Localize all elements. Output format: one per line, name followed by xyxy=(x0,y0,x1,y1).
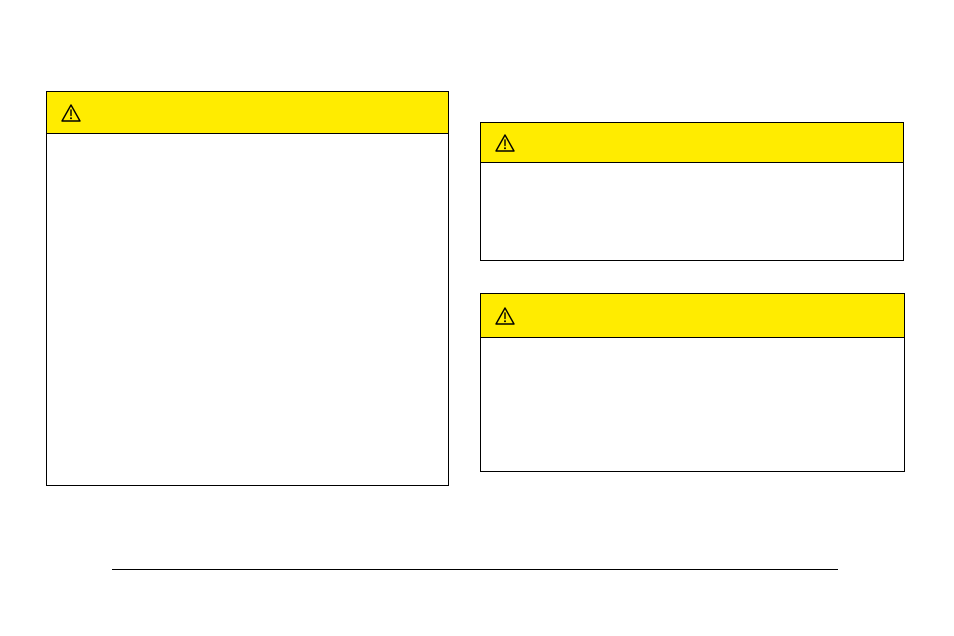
warning-panel-header xyxy=(481,123,903,163)
warning-panel-body xyxy=(47,134,448,487)
warning-panel-body xyxy=(481,163,903,262)
page xyxy=(0,0,954,636)
warning-icon xyxy=(495,134,515,152)
warning-panel-header xyxy=(47,92,448,134)
warning-panel-small-top xyxy=(480,122,904,261)
warning-panel-header xyxy=(481,294,904,338)
warning-panel-small-bottom xyxy=(480,293,905,472)
warning-icon xyxy=(61,104,81,122)
warning-icon xyxy=(495,307,515,325)
warning-panel-large xyxy=(46,91,449,486)
warning-panel-body xyxy=(481,338,904,473)
horizontal-rule xyxy=(112,569,838,570)
